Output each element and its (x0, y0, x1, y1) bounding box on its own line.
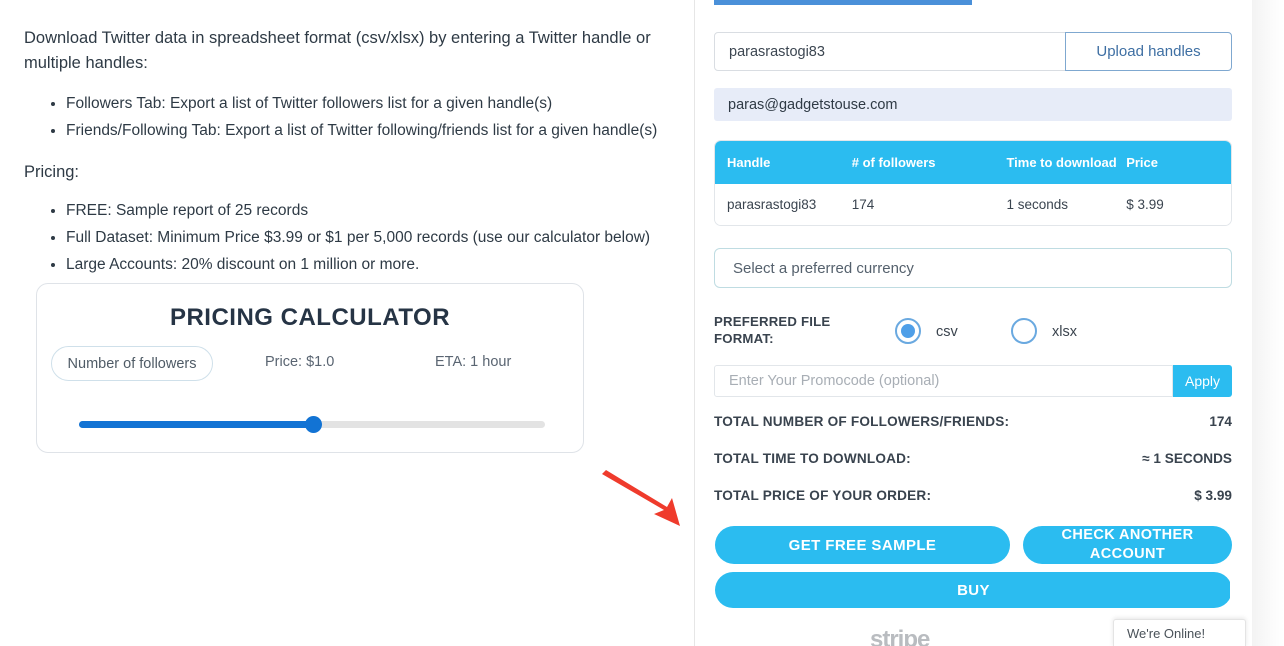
left-copy-block: Download Twitter data in spreadsheet for… (24, 26, 672, 294)
chat-widget[interactable]: We're Online! (1113, 619, 1246, 646)
feature-bullet-list: Followers Tab: Export a list of Twitter … (24, 90, 672, 144)
radio-xlsx[interactable] (1011, 318, 1037, 344)
list-item: Friends/Following Tab: Export a list of … (66, 117, 672, 144)
followers-slider[interactable] (79, 416, 545, 434)
red-arrow-annotation-icon (598, 468, 690, 530)
list-item: FREE: Sample report of 25 records (66, 197, 672, 224)
radio-xlsx-label[interactable]: xlsx (1052, 324, 1077, 340)
intro-paragraph: Download Twitter data in spreadsheet for… (24, 29, 651, 72)
page-scroll-gutter (1252, 0, 1284, 646)
calculator-eta: ETA: 1 hour (435, 354, 512, 370)
promocode-row: Enter Your Promocode (optional) Apply (714, 365, 1232, 397)
calculator-title: PRICING CALCULATOR (169, 304, 451, 331)
pricing-calculator-card: PRICING CALCULATOR Number of followers P… (36, 283, 584, 453)
left-content-panel: Download Twitter data in spreadsheet for… (0, 0, 694, 646)
check-another-account-button[interactable]: CHECK ANOTHER ACCOUNT (1023, 526, 1232, 564)
slider-track-fill (79, 421, 313, 428)
radio-csv-label[interactable]: csv (936, 324, 958, 340)
chat-status-label: We're Online! (1127, 626, 1206, 641)
calculator-values-row: Number of followers Price: $1.0 ETA: 1 h… (37, 346, 583, 382)
pricing-heading: Pricing: (24, 163, 80, 181)
radio-csv[interactable] (895, 318, 921, 344)
total-time-row: TOTAL TIME TO DOWNLOAD: ≈ 1 SECONDS (714, 451, 1232, 473)
apply-promocode-button[interactable]: Apply (1173, 365, 1232, 397)
total-followers-value: 174 (1209, 414, 1232, 429)
pricing-bullet-list: FREE: Sample report of 25 records Full D… (24, 197, 672, 278)
slider-thumb[interactable] (305, 416, 322, 433)
list-item: Large Accounts: 20% discount on 1 millio… (66, 251, 672, 278)
stripe-logo: stripe (870, 626, 930, 646)
total-price-value: $ 3.99 (1194, 488, 1232, 503)
buy-button[interactable]: BUY (715, 572, 1232, 608)
total-price-row: TOTAL PRICE OF YOUR ORDER: $ 3.99 (714, 488, 1232, 510)
list-item: Followers Tab: Export a list of Twitter … (66, 90, 672, 117)
list-item: Full Dataset: Minimum Price $3.99 or $1 … (66, 224, 672, 251)
total-time-value: ≈ 1 SECONDS (1142, 451, 1232, 466)
overlay-mask (1230, 566, 1252, 614)
total-time-label: TOTAL TIME TO DOWNLOAD: (714, 451, 911, 466)
radio-csv-dot (901, 324, 915, 338)
order-form-panel: parasrastogi83 Upload handles paras@gadg… (695, 0, 1252, 646)
page-root: Download Twitter data in spreadsheet for… (0, 0, 1284, 646)
calculator-price: Price: $1.0 (265, 354, 335, 370)
promocode-input[interactable]: Enter Your Promocode (optional) (714, 365, 1173, 397)
total-followers-row: TOTAL NUMBER OF FOLLOWERS/FRIENDS: 174 (714, 414, 1232, 436)
get-free-sample-button[interactable]: GET FREE SAMPLE (715, 526, 1010, 564)
total-followers-label: TOTAL NUMBER OF FOLLOWERS/FRIENDS: (714, 414, 1010, 429)
total-price-label: TOTAL PRICE OF YOUR ORDER: (714, 488, 932, 503)
number-of-followers-pill[interactable]: Number of followers (51, 346, 213, 381)
